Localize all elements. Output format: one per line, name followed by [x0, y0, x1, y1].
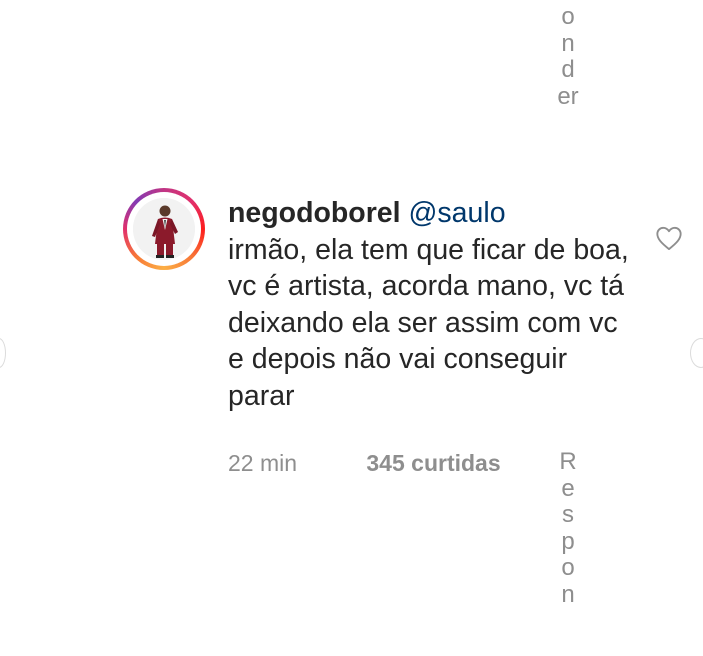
- reply-letter: n: [561, 29, 575, 57]
- comment-body: negodoborel @saulo irmão, ela tem que fi…: [228, 195, 638, 414]
- profile-photo: [133, 198, 195, 260]
- reply-letter: o: [561, 3, 575, 30]
- reply-letter: o: [561, 554, 575, 581]
- avatar[interactable]: [123, 188, 205, 270]
- reply-letter: e: [561, 474, 575, 502]
- comment-likes[interactable]: 345 curtidas: [366, 450, 500, 476]
- reply-letter: d: [561, 56, 575, 83]
- comment-mention[interactable]: @saulo: [409, 197, 506, 229]
- reply-letter: s: [562, 501, 574, 528]
- reply-link[interactable]: R e s p o n: [556, 448, 580, 608]
- reply-letter: er: [557, 82, 579, 110]
- avatar-ring-gap: [127, 192, 201, 266]
- carousel-prev-icon[interactable]: [0, 338, 6, 368]
- comment-time[interactable]: 22 min: [228, 447, 360, 479]
- comment-meta: 22 min 345 curtidas: [228, 447, 501, 479]
- reply-letter: n: [561, 580, 575, 608]
- comment-username[interactable]: negodoborel: [228, 197, 401, 229]
- like-button[interactable]: [654, 224, 684, 252]
- reply-link-previous-comment[interactable]: o n d er: [556, 3, 580, 110]
- person-in-red-suit-image: [133, 198, 195, 260]
- reply-letter: R: [559, 448, 577, 475]
- carousel-next-icon[interactable]: [690, 338, 703, 368]
- reply-letter: p: [561, 527, 575, 555]
- comment-text: irmão, ela tem que ficar de boa, vc é ar…: [228, 233, 629, 412]
- heart-outline-icon: [656, 226, 682, 251]
